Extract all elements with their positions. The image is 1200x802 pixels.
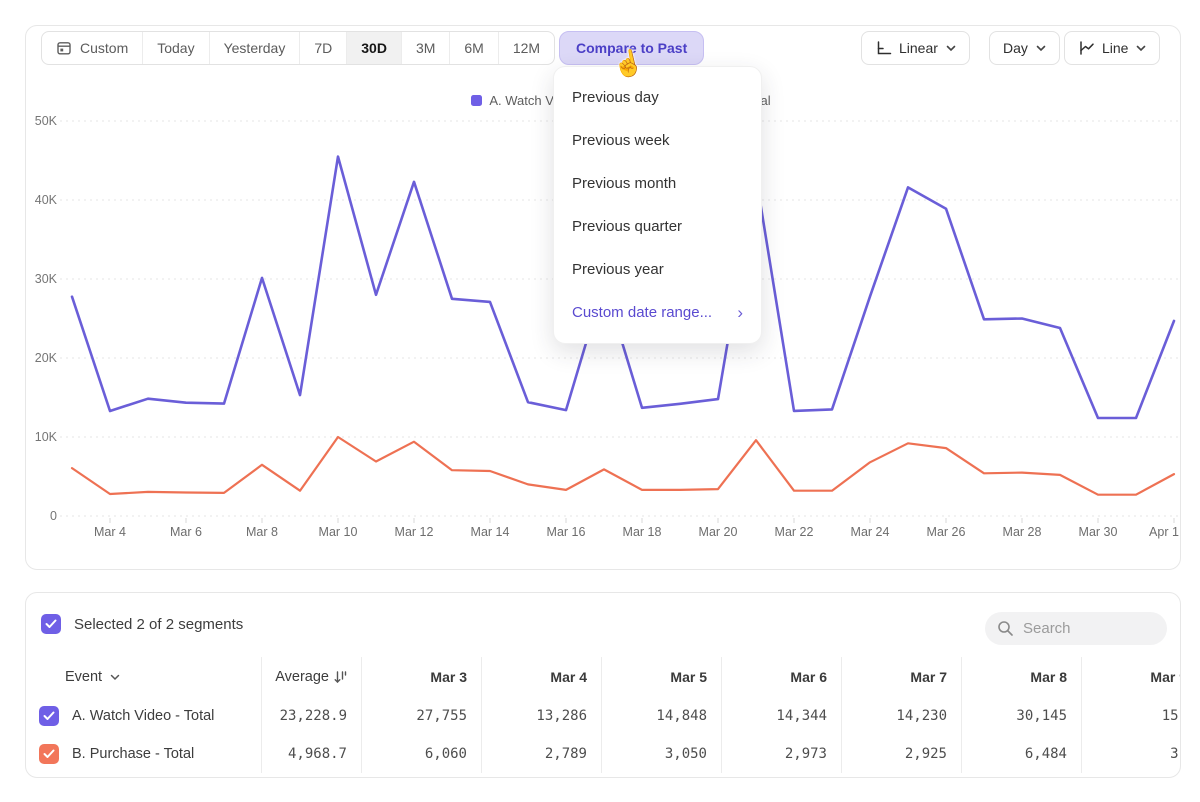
series-a-swatch [471,95,482,106]
menu-item-previous-quarter[interactable]: Previous quarter [554,205,761,248]
row-a-average: 23,228.9 [261,697,361,735]
range-30d-button[interactable]: 30D [347,32,402,64]
svg-text:Mar 22: Mar 22 [775,525,814,539]
row-b-checkbox[interactable] [39,744,59,764]
svg-text:Mar 30: Mar 30 [1079,525,1118,539]
linear-scale-icon [875,40,892,56]
chevron-right-icon: › [737,303,743,323]
row-b-value: 3, [1081,735,1180,773]
calendar-icon [56,40,72,56]
table-row-purchase: B. Purchase - Total [39,735,261,773]
compare-to-past-button[interactable]: Compare to Past [559,31,704,65]
chevron-down-icon [1136,45,1146,52]
row-b-value: 2,925 [841,735,961,773]
interval-selector-button[interactable]: Day [989,31,1060,65]
row-a-value: 27,755 [361,697,481,735]
svg-text:Mar 24: Mar 24 [851,525,890,539]
segments-table: Event Average Mar 3 Mar 4 Mar 5 Mar 6 Ma… [39,657,1180,773]
sort-descending-icon [334,670,347,684]
menu-item-previous-day[interactable]: Previous day [554,76,761,119]
chart-type-selector-button[interactable]: Line [1064,31,1160,65]
compare-dropdown-menu: Previous day Previous week Previous mont… [553,66,762,344]
range-yesterday-button[interactable]: Yesterday [210,32,301,64]
chevron-down-icon [1036,45,1046,52]
row-a-label: A. Watch Video - Total [72,708,214,724]
date-column-header[interactable]: Mar 7 [841,657,961,697]
table-wrapper: Event Average Mar 3 Mar 4 Mar 5 Mar 6 Ma… [39,657,1180,775]
row-b-value: 6,484 [961,735,1081,773]
date-column-header[interactable]: Mar 5 [601,657,721,697]
svg-text:30K: 30K [35,272,58,286]
svg-text:Mar 8: Mar 8 [246,525,278,539]
event-column-header[interactable]: Event [39,657,261,697]
date-column-header[interactable]: Mar 4 [481,657,601,697]
range-6m-button[interactable]: 6M [450,32,498,64]
row-a-value: 30,145 [961,697,1081,735]
svg-text:Mar 20: Mar 20 [699,525,738,539]
chevron-down-icon [110,674,120,681]
svg-text:0: 0 [50,509,57,523]
row-b-average: 4,968.7 [261,735,361,773]
range-3m-button[interactable]: 3M [402,32,450,64]
chevron-down-icon [946,45,956,52]
row-a-checkbox[interactable] [39,706,59,726]
segments-summary-row: Selected 2 of 2 segments [41,614,243,634]
date-column-header[interactable]: Mar 6 [721,657,841,697]
svg-text:Mar 12: Mar 12 [395,525,434,539]
date-column-header[interactable]: Mar 8 [961,657,1081,697]
row-a-value: 14,344 [721,697,841,735]
search-input[interactable] [1023,620,1143,637]
menu-item-previous-year[interactable]: Previous year [554,248,761,291]
table-row-watch-video: A. Watch Video - Total [39,697,261,735]
search-box[interactable] [985,612,1167,645]
row-b-value: 2,789 [481,735,601,773]
segments-summary-label: Selected 2 of 2 segments [74,616,243,633]
svg-text:Mar 18: Mar 18 [623,525,662,539]
row-a-value: 14,848 [601,697,721,735]
row-b-value: 2,973 [721,735,841,773]
menu-item-previous-month[interactable]: Previous month [554,162,761,205]
row-a-value: 14,230 [841,697,961,735]
svg-text:Mar 26: Mar 26 [927,525,966,539]
row-b-label: B. Purchase - Total [72,746,194,762]
average-column-header[interactable]: Average [261,657,361,697]
search-icon [997,620,1014,637]
analytics-page: Custom Today Yesterday 7D 30D 3M 6M 12M … [0,0,1200,802]
svg-text:40K: 40K [35,193,58,207]
row-b-value: 3,050 [601,735,721,773]
range-custom-label: Custom [80,40,128,56]
svg-text:20K: 20K [35,351,58,365]
svg-text:10K: 10K [35,430,58,444]
line-chart-icon [1078,40,1095,56]
menu-item-previous-week[interactable]: Previous week [554,119,761,162]
range-custom-button[interactable]: Custom [42,32,143,64]
segments-table-card: Selected 2 of 2 segments Event Average [25,592,1181,778]
date-column-header[interactable]: Mar 9 [1081,657,1180,697]
row-a-value: 13,286 [481,697,601,735]
svg-text:50K: 50K [35,114,58,128]
range-7d-button[interactable]: 7D [300,32,347,64]
svg-text:Mar 10: Mar 10 [319,525,358,539]
range-12m-button[interactable]: 12M [499,32,554,64]
date-column-header[interactable]: Mar 3 [361,657,481,697]
svg-text:Mar 14: Mar 14 [471,525,510,539]
svg-text:Apr 1: Apr 1 [1149,525,1179,539]
scale-selector-button[interactable]: Linear [861,31,970,65]
svg-text:Mar 6: Mar 6 [170,525,202,539]
range-today-button[interactable]: Today [143,32,209,64]
menu-item-custom-date-range[interactable]: Custom date range... › [554,291,761,334]
row-b-value: 6,060 [361,735,481,773]
svg-text:Mar 4: Mar 4 [94,525,126,539]
svg-text:Mar 28: Mar 28 [1003,525,1042,539]
date-range-control: Custom Today Yesterday 7D 30D 3M 6M 12M [41,31,555,65]
row-a-value: 15, [1081,697,1180,735]
select-all-checkbox[interactable] [41,614,61,634]
svg-text:Mar 16: Mar 16 [547,525,586,539]
